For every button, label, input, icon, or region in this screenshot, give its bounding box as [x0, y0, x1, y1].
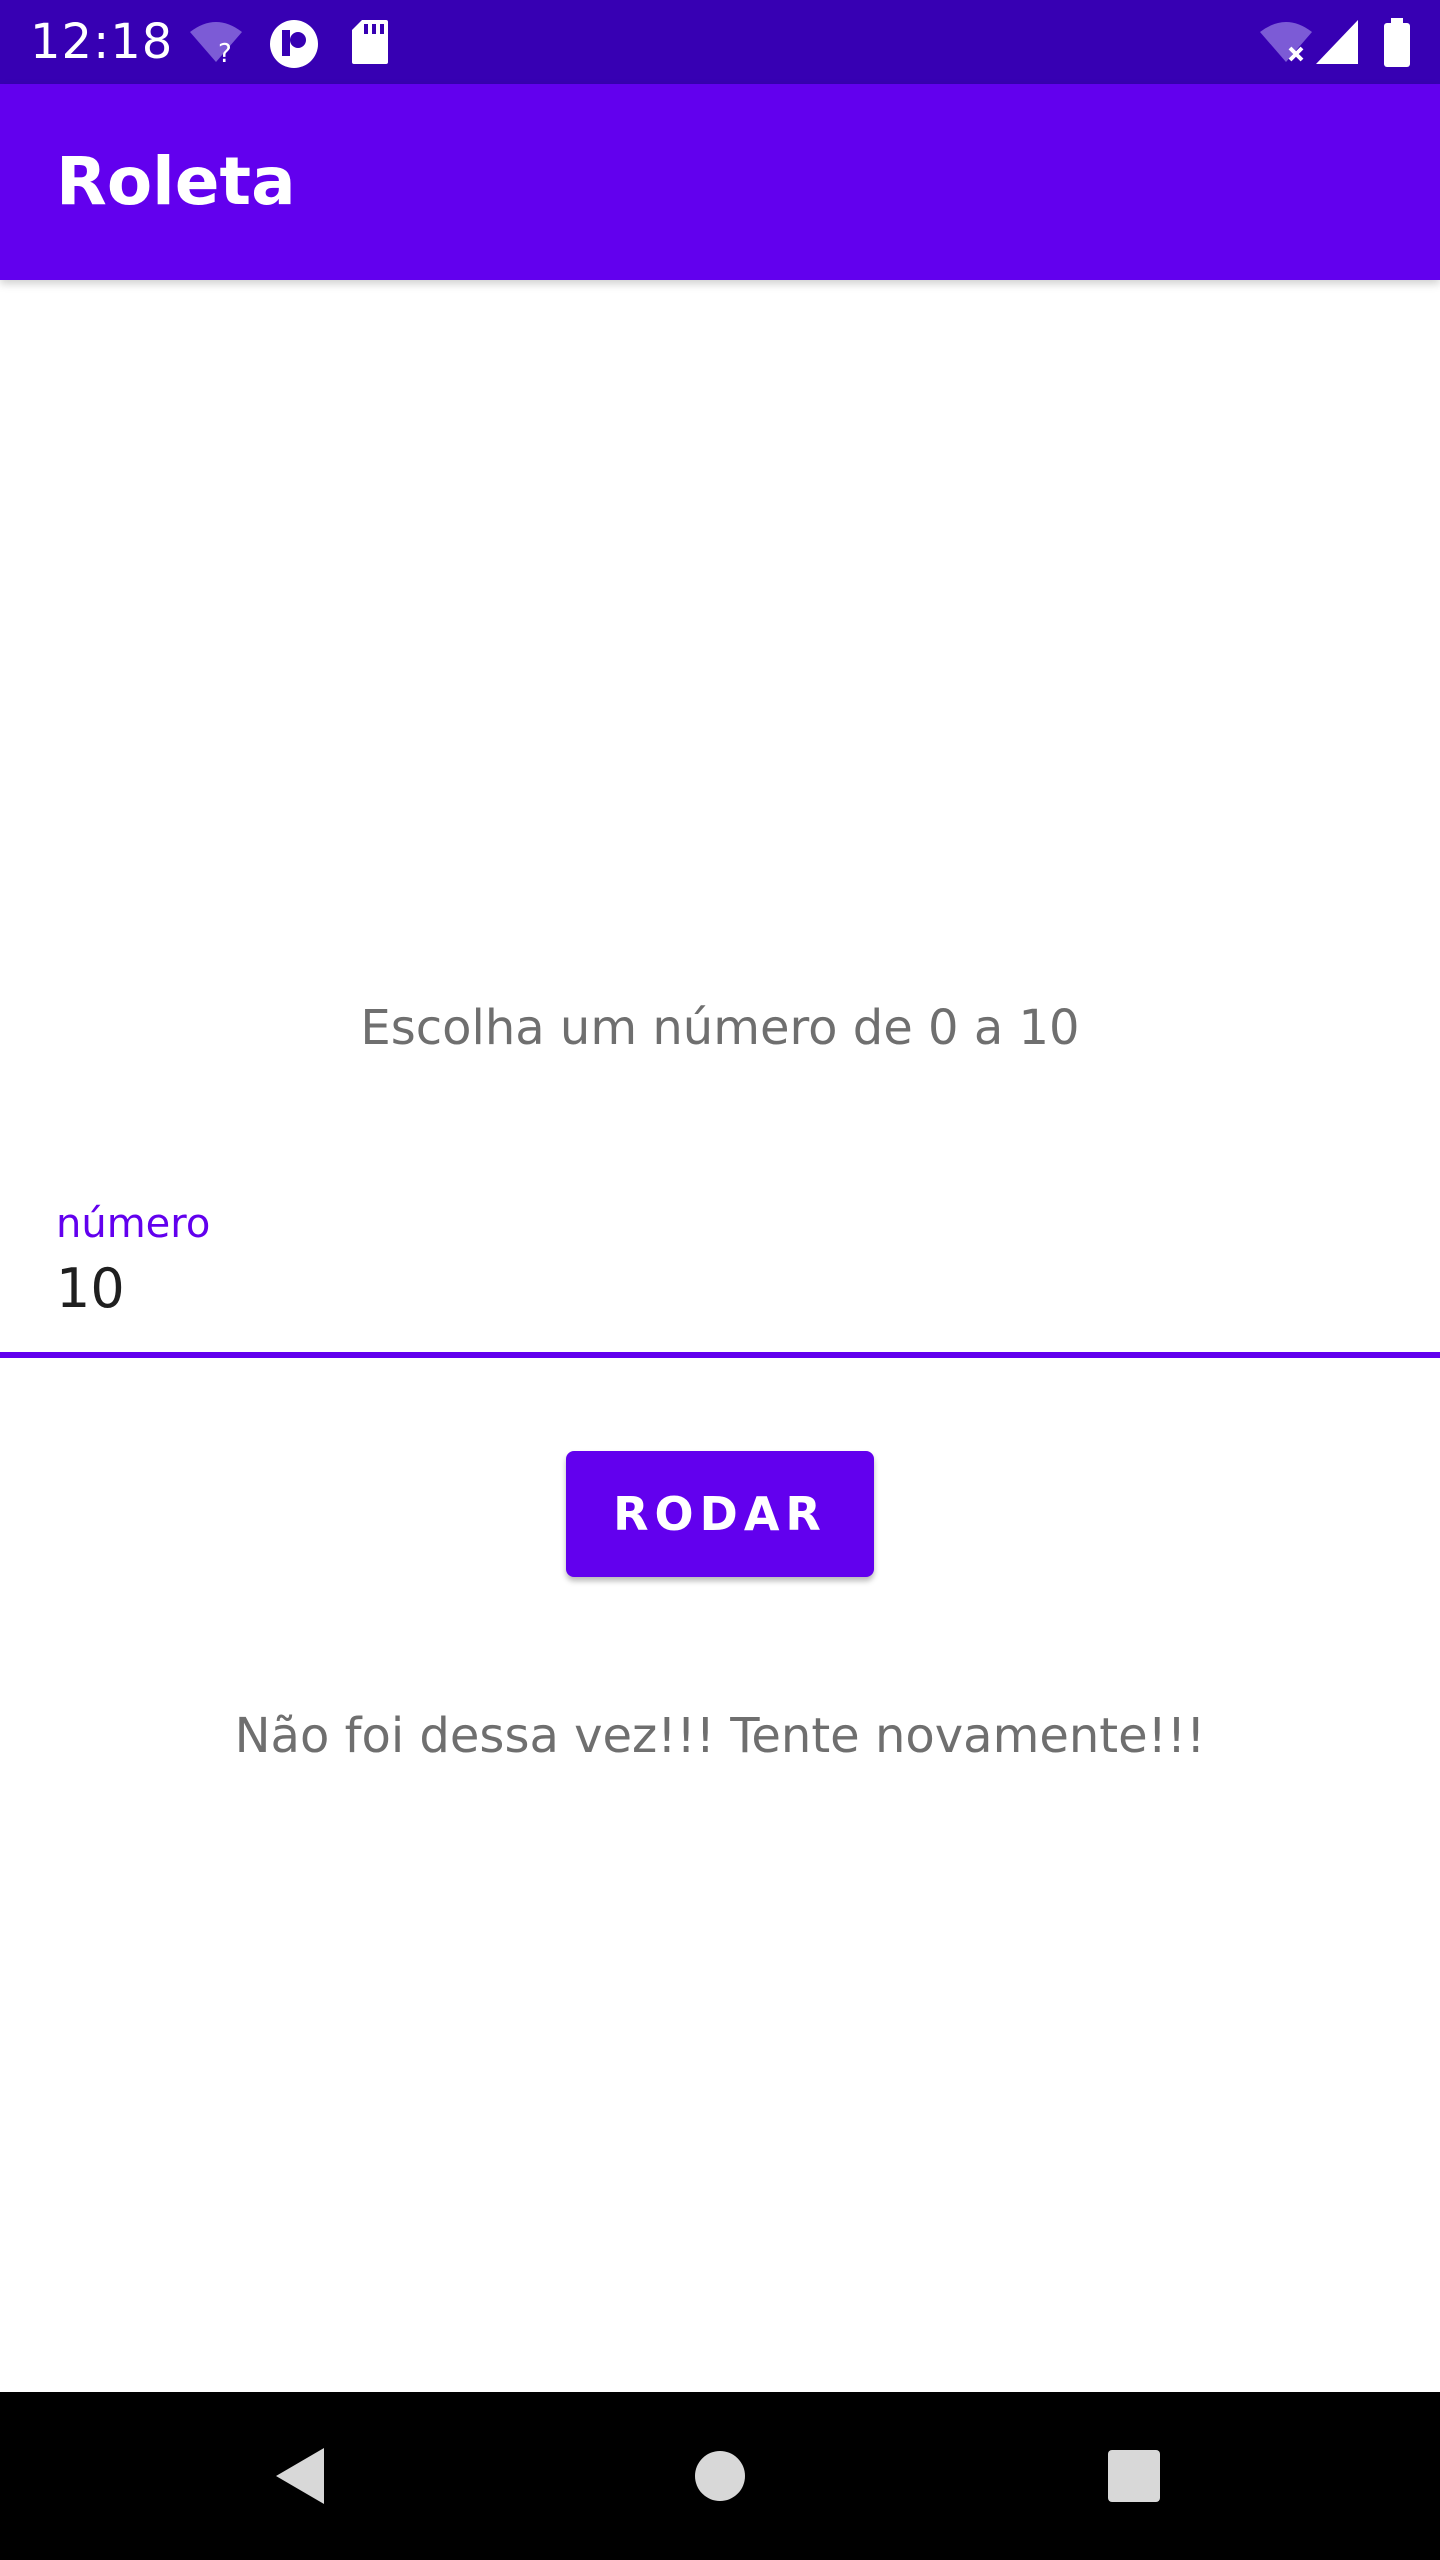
- app-screen: 12:18 ? Roleta Escolha um número de 0 a …: [0, 0, 1440, 2560]
- number-input-underline: [0, 1352, 1440, 1358]
- cell-signal-icon: [1316, 20, 1358, 64]
- number-input[interactable]: [56, 1250, 1396, 1326]
- wifi-x-icon: [1260, 22, 1312, 62]
- svg-text:?: ?: [218, 39, 232, 66]
- instruction-text: Escolha um número de 0 a 10: [360, 1000, 1080, 1056]
- status-bar: 12:18 ?: [0, 0, 1440, 84]
- app-title: Roleta: [56, 143, 296, 220]
- number-field-label: número: [56, 1201, 211, 1247]
- home-button[interactable]: [678, 2434, 762, 2518]
- result-message: Não foi dessa vez!!! Tente novamente!!!: [234, 1708, 1206, 1764]
- recents-icon: [1108, 2450, 1160, 2502]
- app-bar: Roleta: [0, 84, 1440, 280]
- wifi-question-icon: ?: [190, 22, 242, 66]
- recents-button[interactable]: [1092, 2434, 1176, 2518]
- status-time: 12:18: [30, 14, 174, 70]
- back-button[interactable]: [258, 2434, 342, 2518]
- navigation-bar: [0, 2392, 1440, 2560]
- battery-icon: [1384, 18, 1410, 67]
- home-icon: [695, 2451, 745, 2501]
- back-icon: [276, 2448, 324, 2504]
- app-notification-icon: [270, 20, 318, 68]
- sd-card-icon: [352, 20, 388, 64]
- spin-button[interactable]: RODAR: [566, 1451, 874, 1577]
